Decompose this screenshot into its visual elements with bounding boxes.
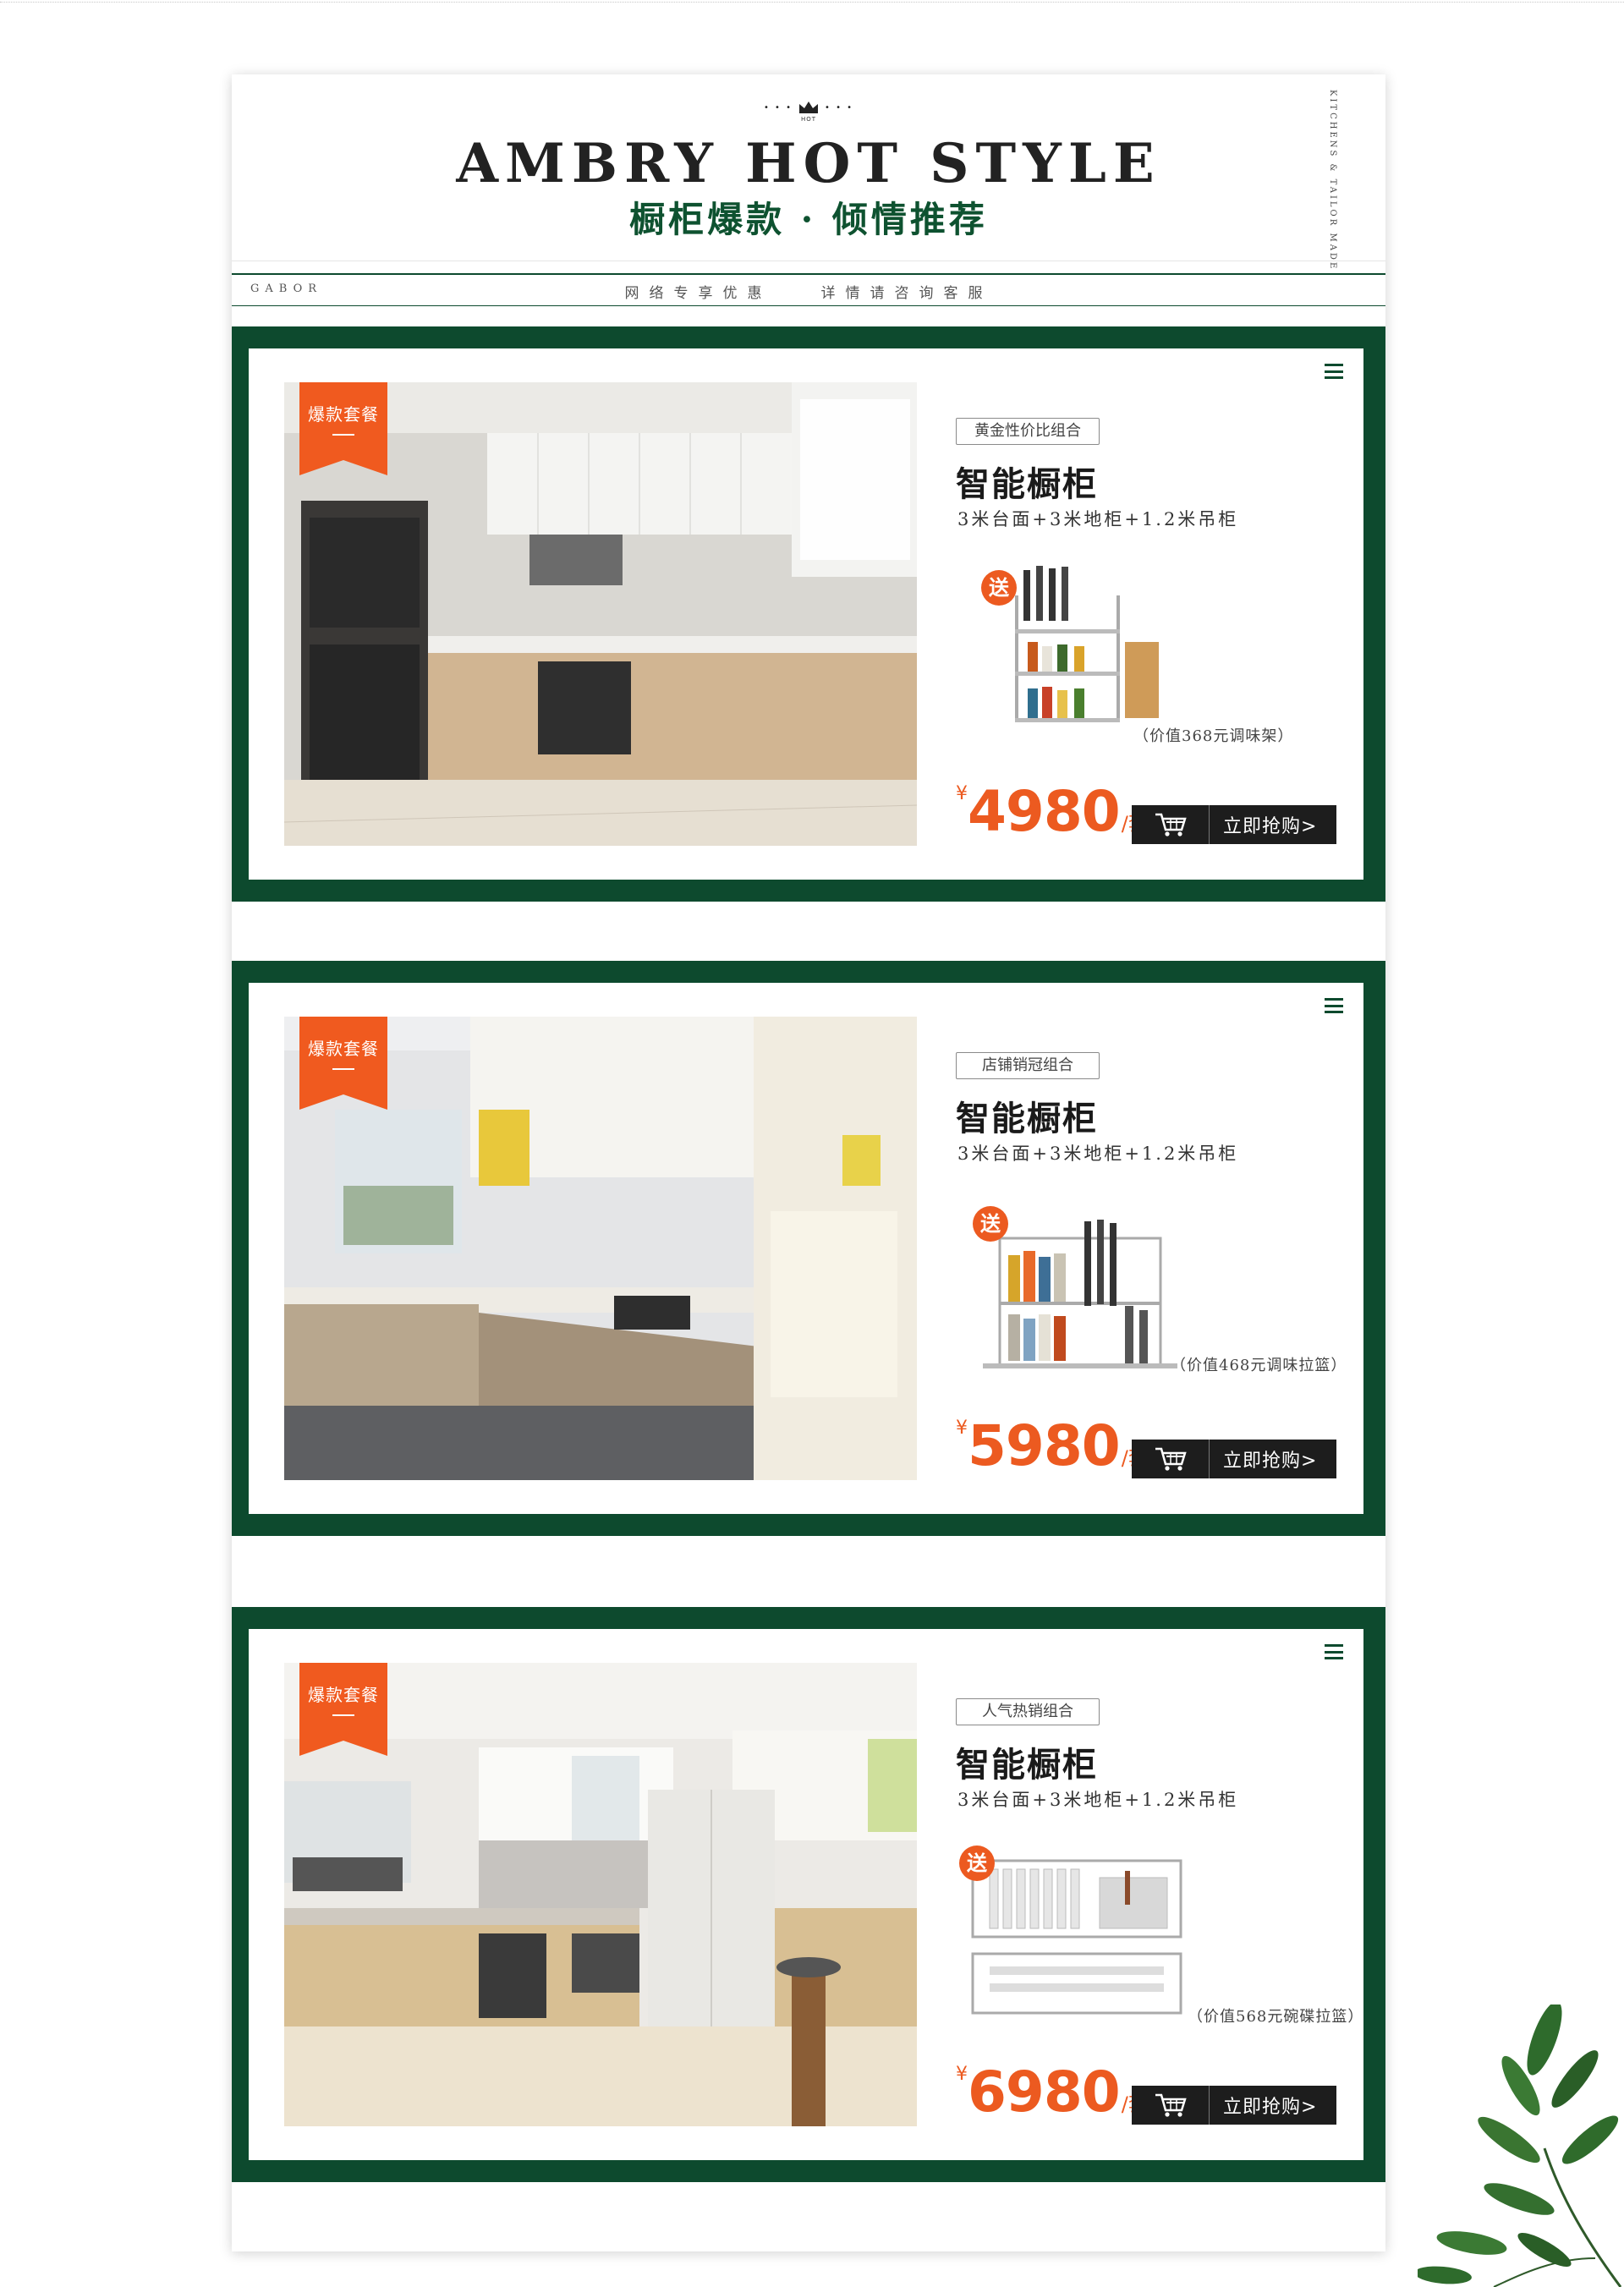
cart-icon bbox=[1155, 813, 1187, 836]
product-name: 智能橱柜 bbox=[956, 464, 1098, 504]
combo-tag: 店铺销冠组合 bbox=[956, 1052, 1100, 1079]
product-card: 爆款套餐 店铺销冠组合 智能橱柜 3米台面+3米地柜+1.2米吊柜 送 （价值4… bbox=[232, 961, 1385, 1536]
price-currency: ¥ bbox=[956, 1418, 968, 1439]
hot-package-ribbon: 爆款套餐 bbox=[299, 1663, 387, 1756]
hot-package-ribbon: 爆款套餐 bbox=[299, 382, 387, 475]
kitchen-photo: 爆款套餐 bbox=[284, 382, 917, 846]
product-card-inner: 爆款套餐 人气热销组合 智能橱柜 3米台面+3米地柜+1.2米吊柜 送 （价值5… bbox=[249, 1629, 1363, 2160]
dish-pull-basket-icon bbox=[971, 1859, 1182, 2015]
gift-note: （价值368元调味架） bbox=[1133, 727, 1294, 745]
plant-leaves-decoration bbox=[1418, 2005, 1622, 2287]
crown-label: HOT bbox=[800, 116, 817, 123]
price-currency: ¥ bbox=[956, 2064, 968, 2085]
product-card: 爆款套餐 人气热销组合 智能橱柜 3米台面+3米地柜+1.2米吊柜 送 （价值5… bbox=[232, 1607, 1385, 2182]
price: ¥ 6980 /套 bbox=[956, 2059, 1149, 2125]
hot-package-ribbon: 爆款套餐 bbox=[299, 1017, 387, 1110]
cart-icon bbox=[1155, 1447, 1187, 1471]
divider bbox=[232, 305, 1385, 306]
crown-icon bbox=[799, 101, 818, 113]
combo-tag: 黄金性价比组合 bbox=[956, 418, 1100, 445]
top-dotted-line bbox=[0, 2, 1624, 3]
buy-now-label: 立即抢购> bbox=[1223, 1451, 1318, 1472]
product-name: 智能橱柜 bbox=[956, 1099, 1098, 1138]
product-card: 爆款套餐 黄金性价比组合 智能橱柜 3米台面+3米地柜+1.2米吊柜 送 （价值… bbox=[232, 326, 1385, 902]
vertical-tagline: KITCHENS & TAILOR MADE bbox=[1328, 90, 1337, 271]
product-card-inner: 爆款套餐 黄金性价比组合 智能橱柜 3米台面+3米地柜+1.2米吊柜 送 （价值… bbox=[249, 348, 1363, 880]
price-currency: ¥ bbox=[956, 783, 968, 804]
menu-icon[interactable] bbox=[1325, 1644, 1343, 1659]
buy-now-button[interactable]: 立即抢购> bbox=[1132, 805, 1336, 844]
buy-now-button[interactable]: 立即抢购> bbox=[1132, 2086, 1336, 2125]
gift-note: （价值568元碗碟拉篮） bbox=[1188, 2008, 1364, 2026]
gift-badge: 送 bbox=[959, 1846, 995, 1881]
spice-rack-icon bbox=[1015, 566, 1159, 722]
gift-badge: 送 bbox=[981, 570, 1017, 606]
buy-now-label: 立即抢购> bbox=[1223, 2097, 1318, 2118]
gift-note: （价值468元调味拉篮） bbox=[1171, 1357, 1347, 1374]
seasoning-pull-basket-icon bbox=[983, 1220, 1177, 1368]
page-subtitle: 橱柜爆款 · 倾情推荐 bbox=[629, 199, 988, 240]
price-value: 5980 bbox=[968, 1413, 1121, 1478]
price-value: 6980 bbox=[968, 2059, 1121, 2125]
combo-tag: 人气热销组合 bbox=[956, 1698, 1100, 1725]
product-spec: 3米台面+3米地柜+1.2米吊柜 bbox=[957, 1144, 1239, 1164]
promo-page: • • • • • • HOT AMBRY HOT STYLE 橱柜爆款 · 倾… bbox=[232, 74, 1385, 2251]
price: ¥ 5980 /套 bbox=[956, 1413, 1149, 1478]
kitchen-photo: 爆款套餐 bbox=[284, 1663, 917, 2126]
promo-text: 网络专享优惠 详情请咨询客服 bbox=[624, 285, 993, 302]
crown-logo: • • • • • • HOT bbox=[232, 100, 1385, 130]
price-value: 4980 bbox=[968, 779, 1121, 844]
price: ¥ 4980 /套 bbox=[956, 779, 1149, 844]
cart-icon bbox=[1155, 2093, 1187, 2117]
divider bbox=[232, 273, 1385, 275]
menu-icon[interactable] bbox=[1325, 364, 1343, 379]
product-spec: 3米台面+3米地柜+1.2米吊柜 bbox=[957, 509, 1239, 529]
buy-now-button[interactable]: 立即抢购> bbox=[1132, 1440, 1336, 1478]
kitchen-photo: 爆款套餐 bbox=[284, 1017, 917, 1480]
product-spec: 3米台面+3米地柜+1.2米吊柜 bbox=[957, 1790, 1239, 1810]
page-title: AMBRY HOT STYLE bbox=[456, 132, 1161, 195]
product-name: 智能橱柜 bbox=[956, 1745, 1098, 1785]
buy-now-label: 立即抢购> bbox=[1223, 816, 1318, 837]
product-card-inner: 爆款套餐 店铺销冠组合 智能橱柜 3米台面+3米地柜+1.2米吊柜 送 （价值4… bbox=[249, 983, 1363, 1514]
menu-icon[interactable] bbox=[1325, 998, 1343, 1013]
gift-badge: 送 bbox=[973, 1206, 1008, 1242]
